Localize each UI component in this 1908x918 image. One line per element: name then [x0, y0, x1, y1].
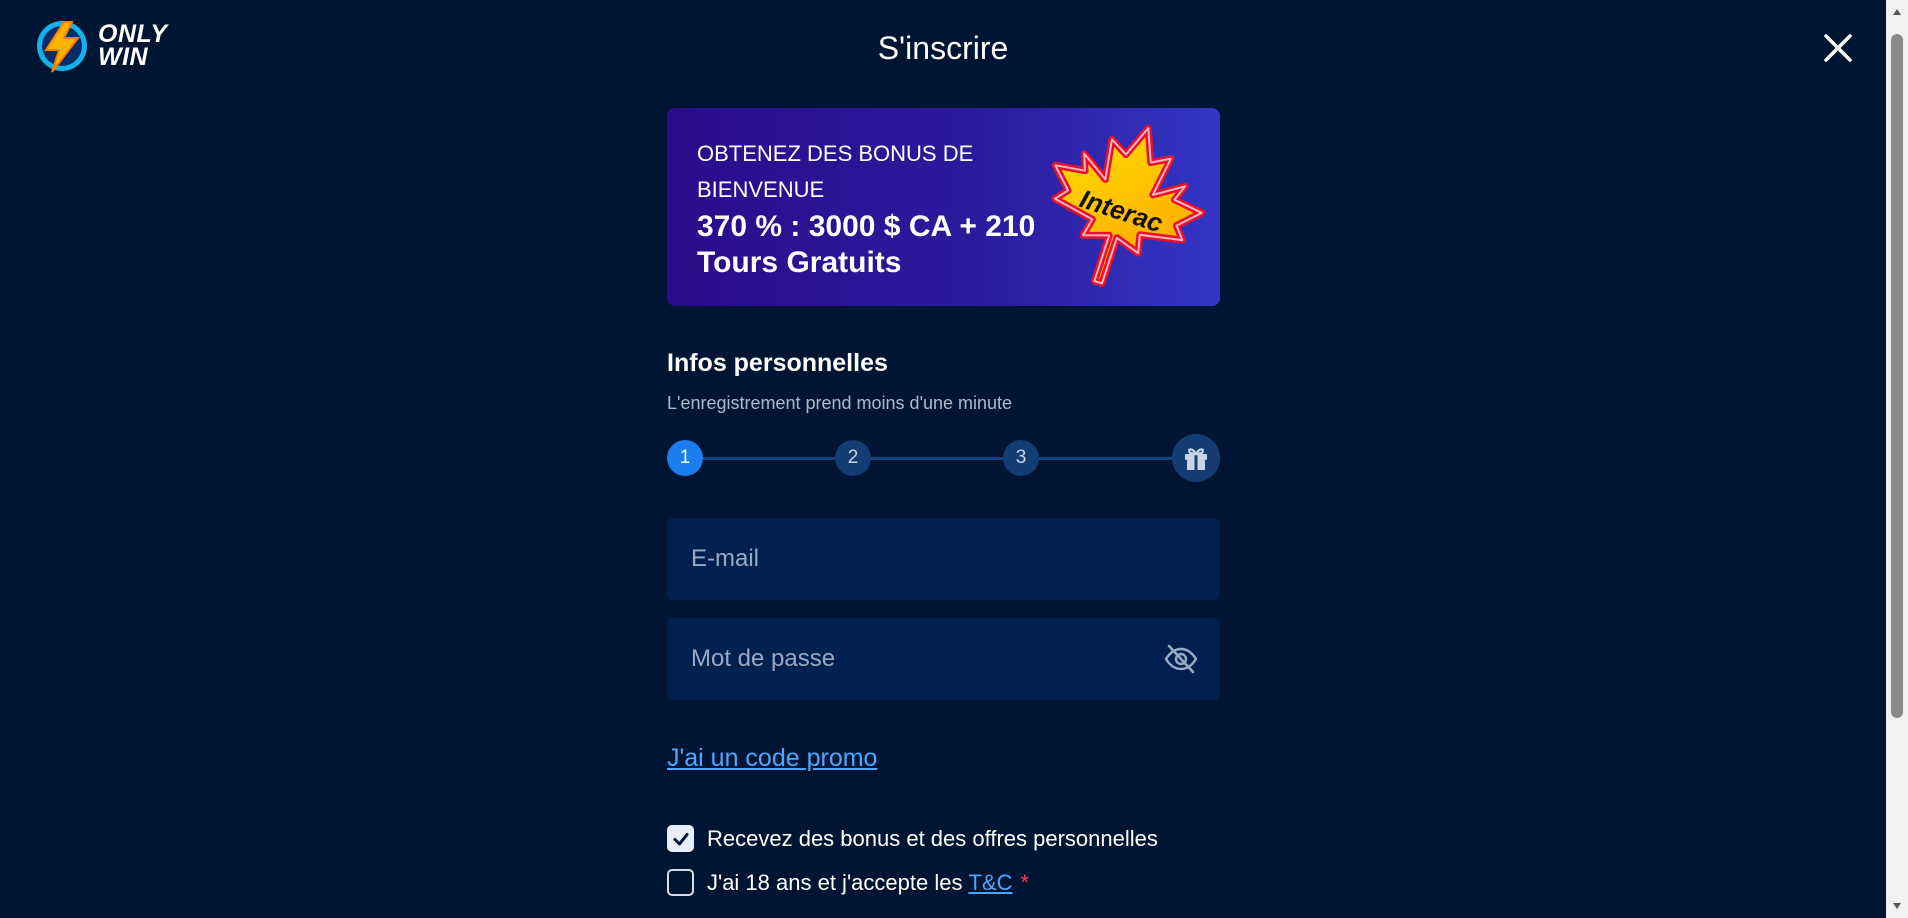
- gift-icon: [1185, 448, 1207, 470]
- scrollbar-thumb[interactable]: [1891, 34, 1903, 718]
- password-input[interactable]: [667, 618, 1220, 700]
- required-asterisk: *: [1020, 869, 1030, 895]
- banner-headline: 370 % : 3000 $ CA + 210 Tours Gratuits: [697, 210, 1036, 279]
- scroll-down-arrow-icon[interactable]: [1886, 896, 1908, 916]
- age-consent-label: J'ai 18 ans et j'accepte les: [707, 869, 963, 895]
- bonus-consent-label: Recevez des bonus et des offres personne…: [707, 825, 1158, 851]
- promo-code-link[interactable]: J'ai un code promo: [667, 744, 877, 773]
- stepper-line: [685, 457, 1196, 460]
- age-consent-row: J'ai 18 ans et j'accepte les T&C *: [667, 869, 1220, 896]
- checkmark-icon: [673, 832, 688, 845]
- progress-stepper: 1 2 3: [667, 434, 1220, 482]
- email-input[interactable]: [667, 518, 1220, 600]
- scroll-up-arrow-icon[interactable]: [1886, 2, 1908, 22]
- section-subtitle: L'enregistrement prend moins d'une minut…: [667, 393, 1013, 413]
- step-3: 3: [1003, 440, 1039, 476]
- password-field-container: [667, 618, 1220, 700]
- bonus-consent-row: Recevez des bonus et des offres personne…: [667, 825, 1220, 852]
- close-button[interactable]: [1820, 30, 1856, 66]
- maple-leaf-icon: Interac: [1051, 124, 1206, 287]
- page-title: S'inscrire: [877, 30, 1009, 66]
- banner-subtitle: OBTENEZ DES BONUS DE BIENVENUE: [697, 141, 974, 202]
- eye-off-icon[interactable]: [1164, 643, 1198, 675]
- welcome-bonus-banner: OBTENEZ DES BONUS DE BIENVENUE 370 % : 3…: [667, 108, 1220, 306]
- step-gift: [1172, 434, 1220, 482]
- step-2: 2: [835, 440, 871, 476]
- email-field-container: [667, 518, 1220, 600]
- bonus-consent-checkbox[interactable]: [667, 825, 694, 852]
- terms-link[interactable]: T&C: [968, 870, 1012, 896]
- signup-form: OBTENEZ DES BONUS DE BIENVENUE 370 % : 3…: [667, 108, 1220, 896]
- age-consent-checkbox[interactable]: [667, 869, 694, 896]
- section-title: Infos personnelles: [667, 349, 888, 377]
- step-1: 1: [667, 440, 703, 476]
- close-icon: [1824, 34, 1852, 62]
- scrollbar[interactable]: [1886, 0, 1908, 918]
